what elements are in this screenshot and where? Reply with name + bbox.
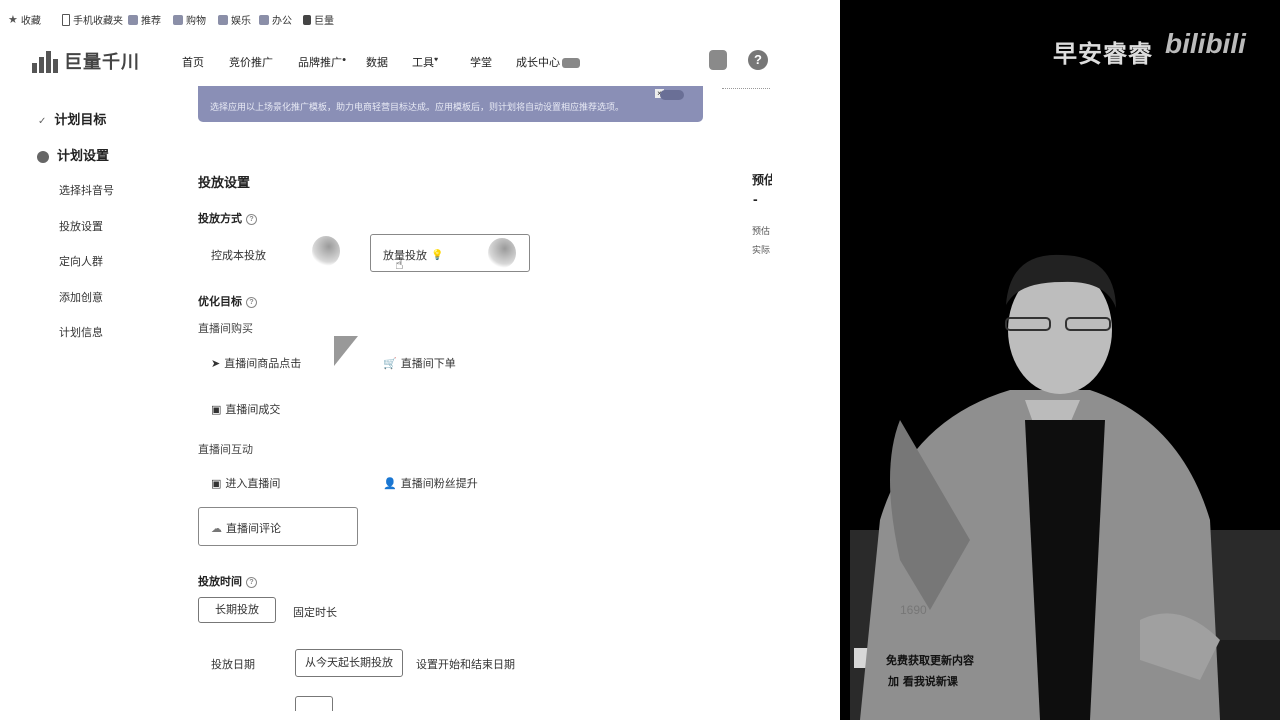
sidebar-item-plan-info[interactable]: 计划信息 <box>59 324 103 340</box>
mode-volume[interactable]: 放量投放 💡 <box>383 247 443 263</box>
bag-icon: ▣ <box>211 403 222 416</box>
bookmark-shopping[interactable]: 购物 <box>173 12 206 27</box>
estimate-value: - <box>753 191 758 207</box>
option-fans-grow[interactable]: 👤 直播间粉丝提升 <box>383 475 478 491</box>
bookmark-office[interactable]: 办公 <box>259 12 292 27</box>
cursor-hand-icon: ☝ <box>395 256 404 272</box>
sidebar-item-creative[interactable]: 添加创意 <box>59 289 103 305</box>
time-long-term-button[interactable]: 长期投放 <box>198 597 276 623</box>
folder-icon <box>259 14 269 25</box>
sidebar-item-delivery[interactable]: 投放设置 <box>59 218 103 234</box>
phone-icon <box>62 13 70 26</box>
sidebar-item-account[interactable]: 选择抖音号 <box>59 182 114 198</box>
logo-mark-icon <box>32 49 58 73</box>
actual-line: 实际 <box>752 245 770 255</box>
estimate-line: 预估 <box>752 226 770 236</box>
time-label: 投放时间? <box>198 573 257 589</box>
folder-icon <box>128 14 138 25</box>
door-icon: ▣ <box>211 477 222 490</box>
bookmark-recommend[interactable]: 推荐 <box>128 12 161 27</box>
next-option-button[interactable] <box>295 696 333 711</box>
bulb-icon: 💡 <box>431 249 444 261</box>
decoration-blob-icon <box>312 236 340 266</box>
sidebar-step-goal[interactable]: ✓ 计划目标 <box>38 109 106 128</box>
date-from-today-button[interactable]: 从今天起长期投放 <box>295 649 403 677</box>
step-dot-icon <box>37 150 49 163</box>
group-interaction-label: 直播间互动 <box>198 444 253 456</box>
file-icon <box>303 14 311 25</box>
phone-number: 1690 <box>900 603 927 617</box>
check-icon: ✓ <box>38 116 47 127</box>
logo[interactable]: 巨量千川 <box>32 48 140 74</box>
mobile-icon[interactable] <box>709 50 727 70</box>
nav-growth[interactable]: 成长中心 <box>516 54 580 70</box>
option-enter-live[interactable]: ▣ 进入直播间 <box>211 475 280 491</box>
cart-icon: 🛒 <box>383 357 397 370</box>
decoration-blob-icon <box>488 238 516 268</box>
bookmark-entertainment[interactable]: 娱乐 <box>218 12 251 27</box>
question-icon: ? <box>246 296 257 308</box>
sidebar-item-targeting[interactable]: 定向人群 <box>59 253 103 269</box>
star-icon: ★ <box>8 14 18 26</box>
bookmarks-bar: ★ 收藏 手机收藏夹 推荐 购物 娱乐 办公 巨量 <box>0 0 840 40</box>
bilibili-logo: bilibili <box>1165 28 1246 59</box>
mode-cost-control[interactable]: 控成本投放 <box>211 247 266 263</box>
arrow-icon: ➤ <box>211 357 221 370</box>
option-product-click[interactable]: ➤ 直播间商品点击 <box>211 355 301 371</box>
new-dot-icon: ● <box>342 56 347 64</box>
folder-icon <box>173 14 183 25</box>
toggle-switch[interactable] <box>660 90 684 100</box>
group-purchase-label: 直播间购买 <box>198 323 253 335</box>
nav-tools[interactable]: 工具♥ <box>412 54 438 70</box>
heart-icon: ♥ <box>434 56 439 64</box>
bookmark-juliang[interactable]: 巨量 <box>303 12 334 27</box>
watermark-text: 早安睿睿 <box>1053 41 1153 68</box>
time-fixed-button[interactable]: 固定时长 <box>293 604 337 620</box>
nav-bidding[interactable]: 竞价推广 <box>229 54 273 70</box>
folder-icon <box>218 14 228 25</box>
nav-data[interactable]: 数据 <box>366 54 388 70</box>
sidebar-step-settings[interactable]: 计划设置 <box>37 145 109 164</box>
question-icon: ? <box>246 213 257 225</box>
section-title: 投放设置 <box>198 175 251 190</box>
nav-academy[interactable]: 学堂 <box>470 54 492 70</box>
help-icon[interactable]: ? <box>748 50 768 70</box>
nav-brand[interactable]: 品牌推广● <box>298 54 346 70</box>
date-range-button[interactable]: 设置开始和结束日期 <box>416 656 515 672</box>
date-label: 投放日期 <box>211 659 255 671</box>
option-live-deal[interactable]: ▣ 直播间成交 <box>211 401 280 417</box>
estimate-title: 预估 <box>752 173 772 187</box>
chat-bubble-icon <box>562 58 580 69</box>
recommend-corner-badge <box>334 336 358 366</box>
user-plus-icon: 👤 <box>383 477 397 490</box>
option-live-order[interactable]: 🛒 直播间下单 <box>383 355 456 371</box>
caption-line-2: 加 看我说新课 <box>888 675 958 688</box>
bookmark-mobile[interactable]: 手机收藏夹 <box>62 12 123 27</box>
divider <box>722 88 770 89</box>
banner-text: 选择应用以上场景化推广模板，助力电商轻营目标达成。应用模板后，则计划将自动设置相… <box>210 102 625 112</box>
option-comment[interactable]: ☁ 直播间评论 <box>211 520 281 536</box>
comment-icon: ☁ <box>211 522 222 535</box>
mode-label: 投放方式? <box>198 210 257 226</box>
goal-label: 优化目标? <box>198 293 257 309</box>
caption-line-1: 免费获取更新内容 <box>886 654 974 667</box>
nav-home[interactable]: 首页 <box>182 54 204 70</box>
question-icon: ? <box>246 576 257 588</box>
bookmark-favorites[interactable]: ★ 收藏 <box>8 12 41 27</box>
